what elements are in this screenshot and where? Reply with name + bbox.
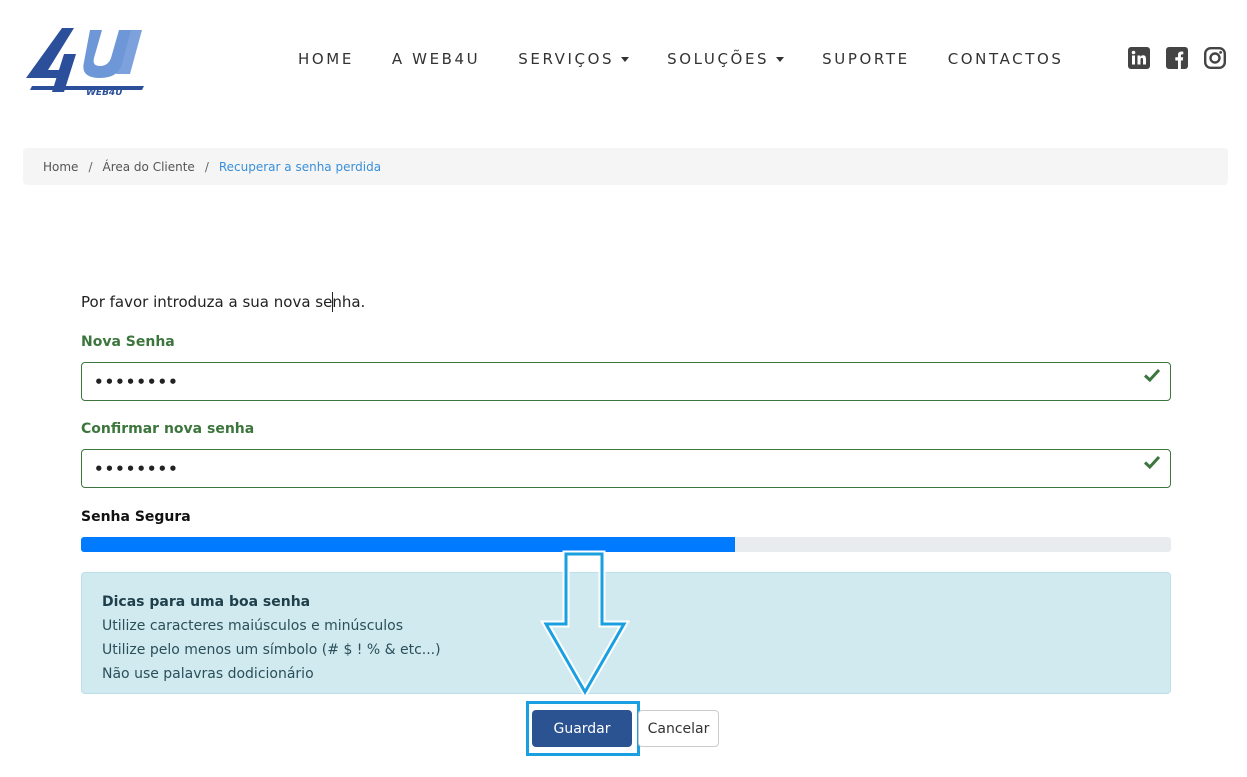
nav-item-label: A WEB4U bbox=[391, 50, 481, 68]
check-icon bbox=[1144, 368, 1160, 382]
logo-graphic: WEB4U bbox=[26, 28, 144, 98]
main-nav: HOME A WEB4U SERVIÇOS SOLUÇÕES SUPORTE C… bbox=[298, 50, 1102, 68]
nav-item-contactos[interactable]: CONTACTOS bbox=[948, 50, 1064, 68]
new-password-label: Nova Senha bbox=[81, 334, 175, 350]
web4u-logo[interactable]: WEB4U bbox=[24, 24, 150, 98]
password-strength-fill bbox=[81, 537, 735, 552]
nav-item-suporte[interactable]: SUPORTE bbox=[822, 50, 910, 68]
breadcrumb-client-area[interactable]: Área do Cliente bbox=[102, 160, 194, 174]
confirm-password-label: Confirmar nova senha bbox=[81, 421, 255, 437]
breadcrumb-separator: / bbox=[88, 159, 93, 174]
new-password-value: •••••••• bbox=[94, 372, 179, 391]
caret-down-icon bbox=[776, 56, 785, 62]
nav-item-home[interactable]: HOME bbox=[298, 50, 354, 68]
nav-item-label: SUPORTE bbox=[822, 50, 910, 68]
breadcrumb-current: Recuperar a senha perdida bbox=[218, 159, 382, 174]
facebook-icon[interactable] bbox=[1166, 47, 1188, 69]
nav-item-a-web4u[interactable]: A WEB4U bbox=[392, 50, 480, 68]
intro-text: Por favor introduza a sua nova senha. bbox=[81, 293, 366, 311]
new-password-input[interactable]: •••••••• bbox=[81, 362, 1171, 401]
nav-item-label: SERVIÇOS bbox=[518, 50, 615, 68]
logo-wordmark: WEB4U bbox=[86, 88, 123, 96]
nav-item-label: CONTACTOS bbox=[947, 50, 1064, 68]
cancel-button[interactable]: Cancelar bbox=[638, 710, 719, 747]
check-icon bbox=[1144, 455, 1160, 469]
confirm-password-value: •••••••• bbox=[94, 459, 179, 478]
nav-item-solucoes[interactable]: SOLUÇÕES bbox=[667, 50, 785, 68]
breadcrumb-home[interactable]: Home bbox=[43, 160, 78, 174]
annotation-arrow-icon bbox=[540, 550, 630, 696]
save-button[interactable]: Guardar bbox=[532, 710, 632, 747]
breadcrumb: Home / Área do Cliente / Recuperar a sen… bbox=[23, 148, 1228, 185]
nav-item-servicos[interactable]: SERVIÇOS bbox=[518, 50, 630, 68]
social-links bbox=[1128, 47, 1226, 69]
text-cursor bbox=[332, 292, 333, 312]
caret-down-icon bbox=[621, 56, 630, 62]
linkedin-icon[interactable] bbox=[1128, 47, 1150, 69]
nav-item-label: HOME bbox=[298, 50, 354, 68]
breadcrumb-separator: / bbox=[204, 159, 209, 174]
confirm-password-input[interactable]: •••••••• bbox=[81, 449, 1171, 488]
instagram-icon[interactable] bbox=[1204, 47, 1226, 69]
password-strength-label: Senha Segura bbox=[81, 509, 191, 525]
nav-item-label: SOLUÇÕES bbox=[667, 50, 770, 68]
